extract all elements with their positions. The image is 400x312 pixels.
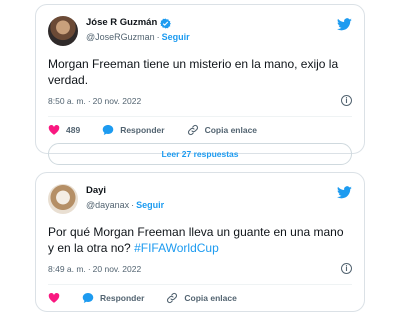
reply-icon bbox=[102, 125, 114, 135]
verified-badge-icon bbox=[160, 17, 172, 29]
tweet-text: Por qué Morgan Freeman lleva un guante e… bbox=[48, 224, 352, 256]
like-button[interactable]: 489 bbox=[48, 124, 80, 136]
info-icon[interactable]: i bbox=[341, 263, 352, 274]
tweet-date[interactable]: 20 nov. 2022 bbox=[93, 264, 142, 274]
tweet-date[interactable]: 20 nov. 2022 bbox=[93, 96, 142, 106]
copy-link-label: Copia enlace bbox=[204, 125, 258, 135]
link-icon bbox=[167, 293, 178, 303]
reply-label: Responder bbox=[120, 125, 165, 135]
copy-link-button[interactable]: Copia enlace bbox=[187, 124, 257, 136]
tweet-time[interactable]: 8:49 a. m. bbox=[48, 264, 86, 274]
follow-button[interactable]: Seguir bbox=[136, 200, 164, 210]
avatar[interactable] bbox=[48, 184, 78, 214]
like-count: 489 bbox=[66, 125, 81, 135]
author-name[interactable]: Dayi bbox=[86, 184, 106, 198]
reply-icon bbox=[82, 293, 94, 303]
twitter-bird-icon[interactable] bbox=[337, 186, 352, 199]
follow-button[interactable]: Seguir bbox=[162, 32, 190, 42]
tweet-header: Dayi @dayanax · Seguir bbox=[48, 184, 352, 218]
tweet-header: Jóse R Guzmán @JoseRGuzman · Seguir bbox=[48, 16, 352, 50]
tweet-timestamp[interactable]: 8:49 a. m. · 20 nov. 2022 i bbox=[48, 262, 352, 276]
copy-link-button[interactable]: Copia enlace bbox=[166, 292, 237, 304]
tweet-card: Jóse R Guzmán @JoseRGuzman · Seguir Morgan… bbox=[35, 4, 365, 165]
tweet-actions: 489 Responder Copia enlace bbox=[48, 117, 352, 143]
tweet-text: Morgan Freeman tiene un misterio en la m… bbox=[48, 57, 339, 87]
twitter-bird-icon[interactable] bbox=[337, 18, 352, 31]
heart-icon bbox=[48, 292, 60, 303]
like-button[interactable] bbox=[48, 292, 60, 304]
reply-button[interactable]: Responder bbox=[82, 292, 144, 304]
link-icon bbox=[187, 125, 198, 135]
tweet-card: Dayi @dayanax · Seguir Por qué Morgan Free… bbox=[35, 172, 365, 312]
reply-button[interactable]: Responder bbox=[102, 124, 165, 136]
author-name[interactable]: Jóse R Guzmán bbox=[86, 16, 157, 30]
author-handle[interactable]: @dayanax bbox=[86, 200, 129, 210]
avatar[interactable] bbox=[48, 16, 78, 46]
info-icon[interactable]: i bbox=[341, 95, 352, 106]
tweet-actions: Responder Copia enlace bbox=[48, 285, 352, 311]
read-replies-button[interactable]: Leer 27 respuestas bbox=[48, 143, 352, 165]
heart-icon bbox=[48, 124, 60, 135]
author-handle[interactable]: @JoseRGuzman bbox=[86, 32, 155, 42]
tweet-timestamp[interactable]: 8:50 a. m. · 20 nov. 2022 i bbox=[48, 94, 352, 108]
tweet-time[interactable]: 8:50 a. m. bbox=[48, 96, 86, 106]
hashtag-link[interactable]: #FIFAWorldCup bbox=[134, 241, 219, 255]
